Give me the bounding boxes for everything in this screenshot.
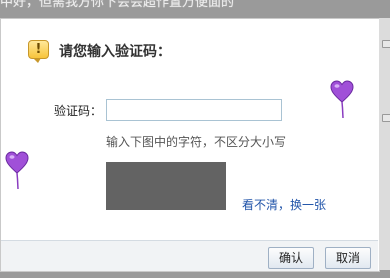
captcha-image[interactable] <box>106 162 226 210</box>
strip-icon <box>382 114 390 122</box>
captcha-hint: 输入下图中的字符，不区分大小写 <box>106 135 287 149</box>
dialog-title: 请您输入验证码： <box>59 44 171 60</box>
cancel-button[interactable]: 取消 <box>325 247 371 269</box>
background-text: 中好，但需我方你下会会超作置万便面的 <box>0 0 235 10</box>
heart-balloon-icon <box>5 151 29 190</box>
confirm-button[interactable]: 确认 <box>268 247 314 269</box>
background-scroll-strip <box>379 18 390 270</box>
heart-balloon-icon <box>330 80 354 119</box>
warning-icon: ! <box>28 40 49 63</box>
refresh-captcha-link[interactable]: 看不清，换一张 <box>242 196 326 213</box>
strip-icon <box>382 40 390 48</box>
dialog-footer <box>1 240 378 271</box>
captcha-label: 验证码： <box>54 104 103 118</box>
captcha-input[interactable] <box>106 99 282 121</box>
